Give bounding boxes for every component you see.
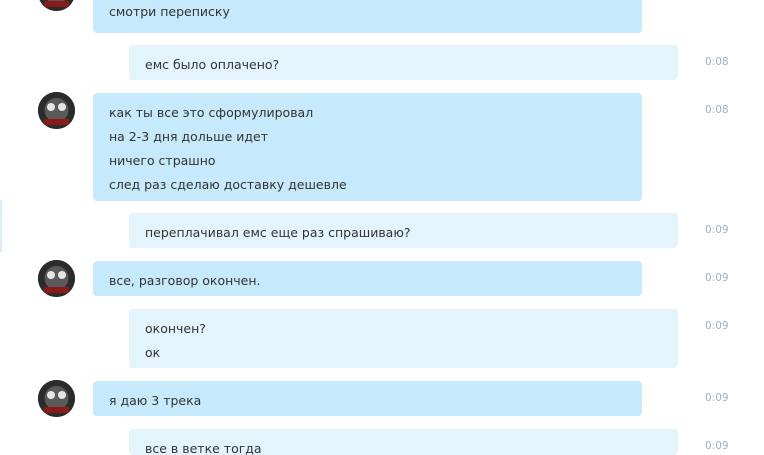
message-text: все, разговор окончен.: [109, 273, 261, 288]
message-text: след раз сделаю доставку дешевле: [109, 177, 347, 192]
message-bubble-outgoing[interactable]: емс было оплачено?: [129, 45, 678, 80]
user-avatar-icon[interactable]: [38, 0, 75, 11]
message-text: переплачивал емс еще раз спрашиваю?: [145, 225, 411, 240]
message-timestamp: 0:09: [705, 392, 729, 404]
message-timestamp: 0:08: [705, 56, 729, 68]
message-timestamp: 0:08: [705, 104, 729, 116]
message-text: как ты все это сформулировал: [109, 105, 314, 120]
message-text: емс было оплачено?: [145, 57, 280, 72]
message-bubble-outgoing[interactable]: все в ветке тогда: [129, 429, 678, 455]
user-avatar-icon[interactable]: [38, 260, 75, 297]
message-bubble-incoming[interactable]: все, разговор окончен.: [93, 261, 642, 296]
chat-history[interactable]: смотри переписку емс было оплачено? 0:08…: [0, 0, 764, 455]
message-text: окончен?: [145, 321, 206, 336]
message-text: все в ветке тогда: [145, 441, 262, 455]
scroll-edge-indicator: [0, 200, 2, 252]
message-text: ничего страшно: [109, 153, 216, 168]
message-bubble-incoming[interactable]: смотри переписку: [93, 0, 642, 33]
message-timestamp: 0:09: [705, 272, 729, 284]
message-bubble-outgoing[interactable]: переплачивал емс еще раз спрашиваю?: [129, 213, 678, 248]
message-bubble-incoming[interactable]: я даю 3 трека: [93, 381, 642, 416]
message-text: на 2-3 дня дольше идет: [109, 129, 268, 144]
message-timestamp: 0:09: [705, 224, 729, 236]
message-timestamp: 0:09: [705, 320, 729, 332]
message-text: ок: [145, 345, 161, 360]
message-text: я даю 3 трека: [109, 393, 202, 408]
message-timestamp: 0:09: [705, 440, 729, 452]
message-bubble-incoming[interactable]: как ты все это сформулировал на 2-3 дня …: [93, 93, 642, 201]
message-text: смотри переписку: [109, 4, 230, 19]
user-avatar-icon[interactable]: [38, 380, 75, 417]
message-bubble-outgoing[interactable]: окончен? ок: [129, 309, 678, 368]
user-avatar-icon[interactable]: [38, 92, 75, 129]
